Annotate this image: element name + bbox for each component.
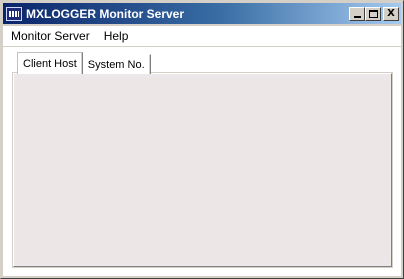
menu-help[interactable]: Help xyxy=(97,29,136,43)
client-area: Client Host System No. xyxy=(3,47,401,276)
tab-client-host-label: Client Host xyxy=(23,57,77,70)
menu-monitor-server[interactable]: Monitor Server xyxy=(3,29,97,43)
maximize-button[interactable] xyxy=(365,6,381,21)
minimize-icon xyxy=(353,15,361,18)
caption-buttons: X xyxy=(349,6,399,21)
window-title: MXLOGGER Monitor Server xyxy=(26,6,185,21)
tab-system-no[interactable]: System No. xyxy=(82,54,151,74)
close-button[interactable]: X xyxy=(383,6,399,21)
minimize-button[interactable] xyxy=(349,6,365,21)
maximize-icon xyxy=(368,9,378,18)
tab-client-host[interactable]: Client Host xyxy=(17,52,83,74)
close-icon: X xyxy=(387,7,395,19)
tab-strip: Client Host System No. xyxy=(17,52,151,74)
title-bar[interactable]: MXLOGGER Monitor Server X xyxy=(3,3,401,24)
menu-bar: Monitor Server Help xyxy=(3,26,401,46)
tab-panel xyxy=(13,73,392,267)
app-icon[interactable] xyxy=(6,6,22,21)
application-window: MXLOGGER Monitor Server X Monitor Server… xyxy=(0,0,404,279)
client-host-list-area[interactable] xyxy=(17,78,388,263)
tab-system-no-label: System No. xyxy=(87,58,145,71)
